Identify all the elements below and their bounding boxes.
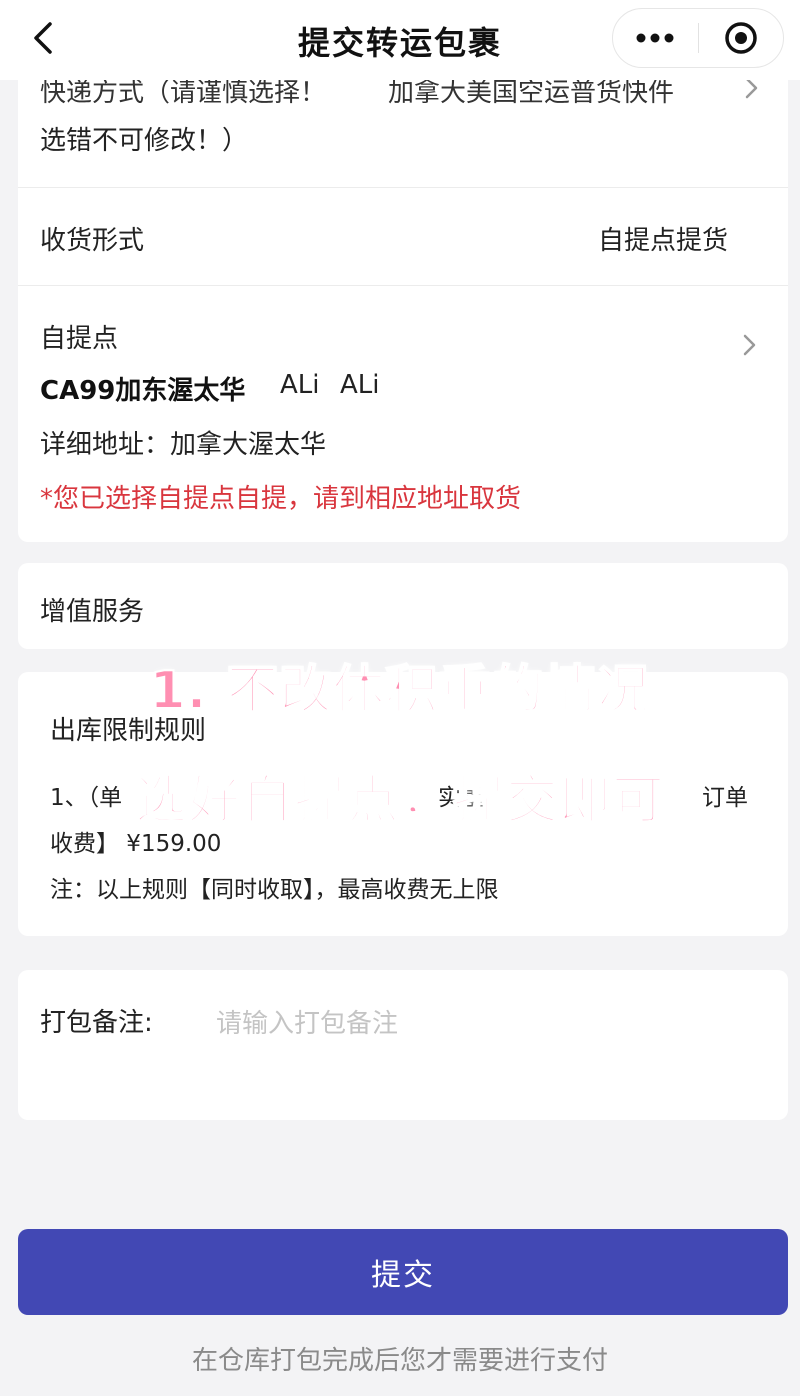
nav-bar: 提交转运包裹 [0,0,800,80]
more-button[interactable] [613,8,698,68]
pickup-contact-phone: ALi [340,370,380,400]
more-dots-icon [636,33,674,43]
remark-card: 打包备注: [18,970,788,1120]
rules-note: 注：以上规则【同时收取】，最高收费无上限 [50,877,499,903]
receive-form-value[interactable]: 自提点提货 [598,220,728,257]
pickup-notice: *您已选择自提点自提，请到相应地址取货 [40,484,522,514]
payment-note: 在仓库打包完成后您才需要进行支付 [191,1346,608,1376]
receive-form-label: 收货形式 [40,226,145,256]
overlay-caption-line-2: 选好自提点，提交即可 [134,770,665,832]
pickup-point-name: CA99加东渥太华 [40,376,246,406]
pickup-contact-name: ALi [280,370,320,400]
remark-input[interactable] [216,1004,756,1044]
row-divider [18,285,788,286]
shipping-method-label-cont: 选错不可修改！） [40,126,249,156]
row-divider [18,187,788,188]
target-circle-icon [725,22,757,54]
value-added-label: 增值服务 [40,597,145,627]
mini-program-capsule [612,8,784,68]
remark-label: 打包备注: [40,1008,153,1038]
pickup-address: 详细地址：加拿大渥太华 [40,430,327,460]
shipping-card: 快递方式（请谨慎选择！ 加拿大美国空运普货快件 选错不可修改！） 收货形式 自提… [18,40,788,542]
overlay-caption-line-1: 1. 不改体积重的情况 [148,660,651,722]
chevron-right-icon[interactable] [740,333,760,357]
pickup-point-label: 自提点 [40,324,119,354]
close-program-button[interactable] [699,8,784,68]
value-added-card[interactable]: 增值服务 [18,563,788,649]
submit-button[interactable]: 提交 [18,1229,788,1315]
